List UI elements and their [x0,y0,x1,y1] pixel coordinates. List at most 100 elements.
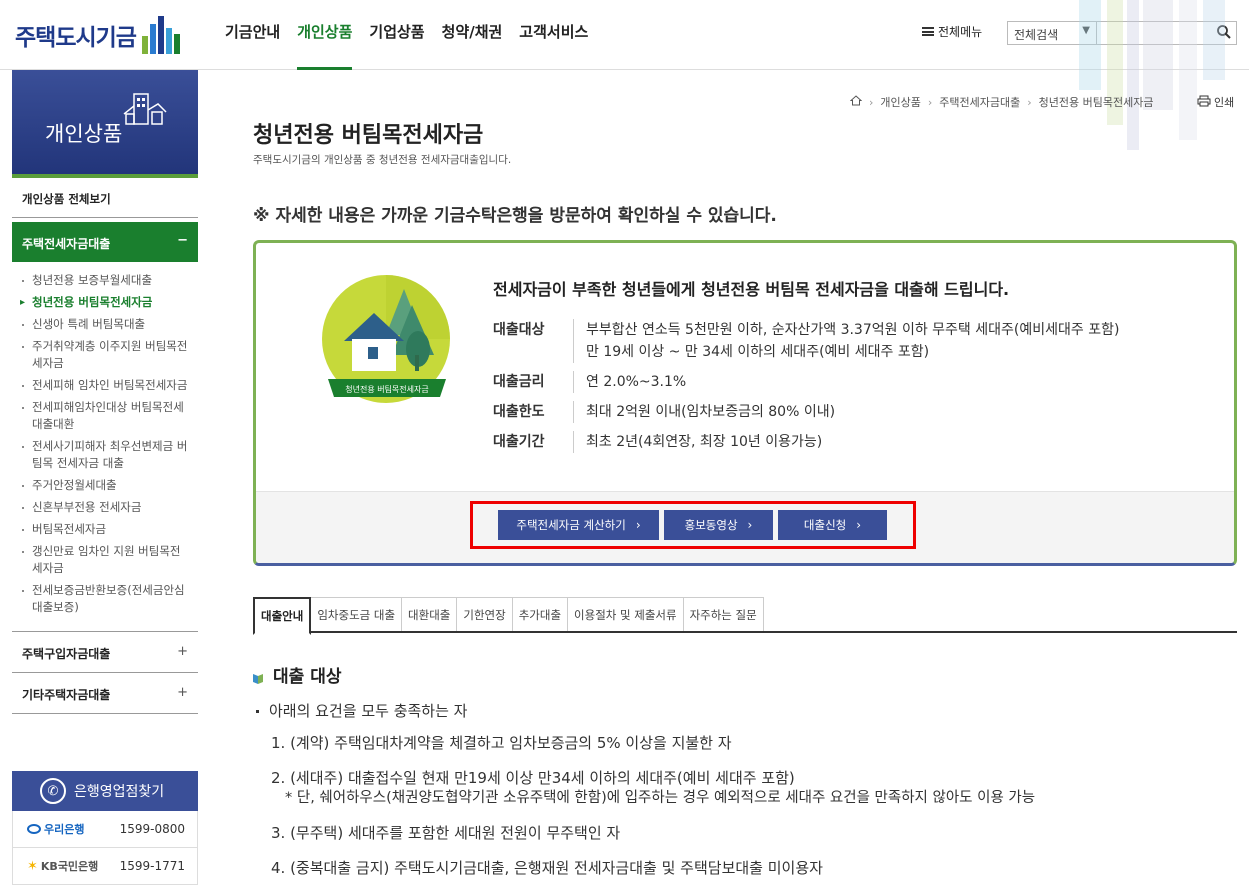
sidebar-sub-item[interactable]: 전세보증금반환보증(전세금안심대출보증) [20,582,190,616]
section-title: 대출 대상 [253,662,341,687]
sidebar-sub-list: 청년전용 보증부월세대출 청년전용 버팀목전세자금 신생아 특례 버팀목대출 주… [12,262,198,632]
detail-desc: 부부합산 연소득 5천만원 이하, 순자산가액 3.37억원 이하 무주택 세대… [573,319,1119,363]
sidebar-category-purchase-loan[interactable]: 주택구입자금대출 + [12,632,198,673]
emblem-label: 청년전용 버팀목전세자금 [345,384,429,394]
print-label: 인쇄 [1214,96,1235,109]
expand-icon: + [177,644,188,659]
action-buttons-highlight: 주택전세자금 계산하기 › 홍보동영상 › 대출신청 › [470,501,916,549]
sidebar-sub-item[interactable]: 전세피해 임차인 버팀목전세자금 [20,377,190,394]
phone-icon: ✆ [40,778,66,804]
requirement-item: 4. (중복대출 금지) 주택도시기금대출, 은행재원 전세자금대출 및 주택담… [271,859,823,877]
home-icon[interactable] [849,95,863,109]
detail-desc: 최대 2억원 이내(임차보증금의 80% 이내) [573,401,835,423]
sidebar-sub-item[interactable]: 전세피해임차인대상 버팀목전세대출대환 [20,399,190,433]
sidebar-sub-item[interactable]: 주거안정월세대출 [20,477,190,494]
detail-desc: 연 2.0%~3.1% [573,371,686,393]
search-scope-select[interactable]: 전체검색 ▼ [1007,21,1097,45]
sidebar-category-jeonse-loan[interactable]: 주택전세자금대출 − [12,222,198,262]
detail-row-rate: 대출금리 연 2.0%~3.1% [493,371,1213,393]
page-title: 청년전용 버팀목전세자금 [253,123,484,148]
bank-phone: 1599-1771 [119,859,185,873]
all-menu-label: 전체메뉴 [938,25,983,39]
sidebar-all-products[interactable]: 개인상품 전체보기 [12,178,198,218]
search-scope-value: 전체검색 [1014,28,1059,42]
jeonse-calculator-button[interactable]: 주택전세자금 계산하기 › [498,510,659,540]
nav-subscription-bonds[interactable]: 청약/채권 [442,0,503,70]
requirements-list: 1. (계약) 주택임대차계약을 체결하고 임차보증금의 5% 이상을 지불한 … [271,733,1035,878]
detail-desc: 최초 2년(4회연장, 최장 10년 이용가능) [573,431,822,453]
tab-refinance-loan[interactable]: 대환대출 [401,597,458,631]
nav-corporate-products[interactable]: 기업상품 [369,0,424,70]
tab-additional-loan[interactable]: 추가대출 [511,597,569,631]
sidebar-category-label: 기타주택자금대출 [22,688,111,702]
site-header: 주택도시기금 기금안내 개인상품 기업상품 청약/채권 고객서비스 전체메뉴 전… [0,0,1249,150]
kb-bank-logo: ✶ KB국민은행 [27,858,99,874]
content-tabs: 대출안내 임차중도금 대출 대환대출 기한연장 추가대출 이용절차 및 제출서류… [253,597,1237,635]
promo-video-button[interactable]: 홍보동영상 › [664,510,773,540]
requirement-note: * 단, 쉐어하우스(채권양도협약기관 소유주택에 한함)에 입주하는 경우 예… [285,790,1036,806]
chevron-right-icon: › [869,95,874,109]
sidebar-sub-item[interactable]: 신생아 특례 버팀목대출 [20,316,190,333]
bank-row-woori[interactable]: 우리은행 1599-0800 [12,811,198,848]
print-button[interactable]: 인쇄 [1197,94,1234,110]
requirement-item: 3. (무주택) 세대주를 포함한 세대원 전원이 무주택인 자 [271,824,621,842]
search-icon[interactable] [1216,24,1232,44]
sidebar: 개인상품 개인상품 전체보기 주택전세자금대출 − 청년전용 보증부월세대출 청… [12,70,198,714]
bank-finder-header[interactable]: ✆ 은행영업점찾기 [12,771,198,811]
chevron-right-icon: › [856,518,862,532]
site-logo[interactable]: 주택도시기금 [15,16,186,54]
tab-faq[interactable]: 자주하는 질문 [682,597,764,631]
breadcrumb-item[interactable]: 주택전세자금대출 [939,94,1020,110]
hamburger-icon [922,27,934,36]
bank-finder-title: 은행영업점찾기 [74,784,165,800]
search-input[interactable] [1097,21,1237,45]
sidebar-sub-item[interactable]: 청년전용 보증부월세대출 [20,272,190,289]
sidebar-banner: 개인상품 [12,70,198,178]
sidebar-category-label: 주택구입자금대출 [22,647,111,661]
book-icon [253,669,263,684]
breadcrumb: › 개인상품 › 주택전세자금대출 › 청년전용 버팀목전세자금 [849,94,1154,110]
chevron-right-icon: › [635,518,641,532]
bullet-icon [256,710,259,713]
collapse-icon: − [177,233,188,248]
sidebar-banner-title: 개인상품 [45,122,123,146]
sidebar-sub-item-active[interactable]: 청년전용 버팀목전세자금 [20,294,190,311]
sidebar-sub-item[interactable]: 전세사기피해자 최우선변제금 버팀목 전세자금 대출 [20,438,190,472]
nav-personal-products[interactable]: 개인상품 [297,0,353,70]
product-action-bar: 주택전세자금 계산하기 › 홍보동영상 › 대출신청 › [256,491,1234,563]
detail-term: 대출한도 [493,404,545,420]
page-subtitle: 주택도시기금의 개인상품 중 청년전용 전세자금대출입니다. [253,154,512,166]
expand-icon: + [177,685,188,700]
sidebar-sub-item[interactable]: 갱신만료 임차인 지원 버팀목전세자금 [20,543,190,577]
bank-phone: 1599-0800 [119,822,185,836]
product-emblem-icon: 청년전용 버팀목전세자금 [322,275,452,415]
nav-fund-info[interactable]: 기금안내 [225,0,280,70]
product-details: 대출대상 부부합산 연소득 5천만원 이하, 순자산가액 3.37억원 이하 무… [493,319,1213,461]
logo-text: 주택도시기금 [15,25,137,51]
chevron-down-icon: ▼ [1082,25,1090,36]
requirements-lead: 아래의 요건을 모두 충족하는 자 [256,700,467,721]
sidebar-sub-item[interactable]: 신혼부부전용 전세자금 [20,499,190,516]
sidebar-category-other-loan[interactable]: 기타주택자금대출 + [12,673,198,714]
detail-term: 대출대상 [493,322,545,338]
all-menu-button[interactable]: 전체메뉴 [922,23,982,40]
sidebar-sub-item[interactable]: 버팀목전세자금 [20,521,190,538]
tab-interim-payment-loan[interactable]: 임차중도금 대출 [310,597,403,631]
nav-customer-service[interactable]: 고객서비스 [519,0,588,70]
breadcrumb-item[interactable]: 개인상품 [880,94,920,110]
loan-apply-button[interactable]: 대출신청 › [778,510,887,540]
chevron-right-icon: › [927,95,933,109]
breadcrumb-item-current: 청년전용 버팀목전세자금 [1038,96,1154,109]
detail-term: 대출금리 [493,374,545,390]
product-summary-box: 청년전용 버팀목전세자금 전세자금이 부족한 청년들에게 청년전용 버팀목 전세… [253,240,1237,566]
tab-procedure-documents[interactable]: 이용절차 및 제출서류 [567,597,684,631]
woori-bank-logo: 우리은행 [27,821,84,837]
tab-extension[interactable]: 기한연장 [456,597,513,631]
notice-text: ※ 자세한 내용은 가까운 기금수탁은행을 방문하여 확인하실 수 있습니다. [253,206,777,226]
bank-row-kb[interactable]: ✶ KB국민은행 1599-1771 [12,848,198,885]
sidebar-sub-item[interactable]: 주거취약계층 이주지원 버팀목전세자금 [20,338,190,372]
chevron-right-icon: › [1027,95,1032,109]
tab-loan-guide[interactable]: 대출안내 [253,597,312,635]
detail-row-period: 대출기간 최초 2년(4회연장, 최장 10년 이용가능) [493,431,1213,453]
requirement-item: 2. (세대주) 대출접수일 현재 만19세 이상 만34세 이하의 세대주(예… [271,769,795,787]
